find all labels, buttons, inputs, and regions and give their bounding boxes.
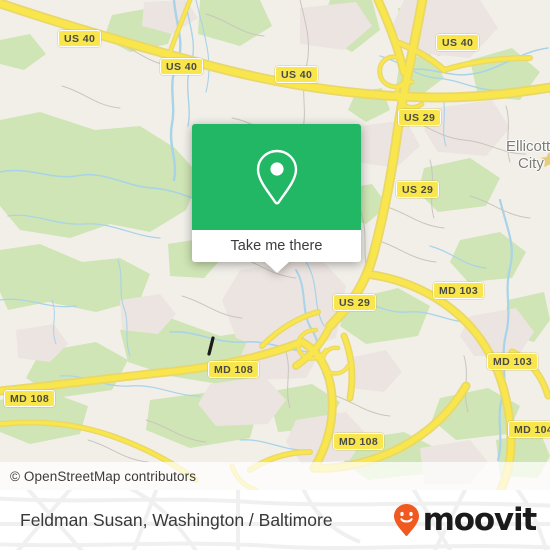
popup-pointer xyxy=(264,262,289,273)
moovit-station-map-screenshot: US 40 US 40 US 40 US 40 US 29 US 29 US 29 MD 10… xyxy=(0,0,550,550)
popup-header xyxy=(192,124,361,230)
shield-us-40-d: US 40 xyxy=(436,34,480,51)
station-title: Feldman Susan, Washington / Baltimore xyxy=(20,509,333,530)
take-me-there-popup[interactable]: Take me there xyxy=(192,124,361,273)
take-me-there-label: Take me there xyxy=(230,238,323,254)
shield-us-29-a: US 29 xyxy=(398,109,442,126)
moovit-logo[interactable]: moovit xyxy=(393,501,538,538)
shield-md-103-b: MD 103 xyxy=(487,353,539,370)
moovit-pin-smiley-icon xyxy=(393,504,419,536)
shield-us-40-b: US 40 xyxy=(160,58,204,75)
footer-content: Feldman Susan, Washington / Baltimore mo… xyxy=(0,490,550,550)
shield-md-103-a: MD 103 xyxy=(433,282,485,299)
shield-md-108-b: MD 108 xyxy=(4,390,56,407)
shield-us-40-c: US 40 xyxy=(275,66,319,83)
place-label-ellicott-city: Ellicott City xyxy=(506,138,550,172)
shield-us-29-c: US 29 xyxy=(333,294,377,311)
take-me-there-button[interactable]: Take me there xyxy=(192,230,361,262)
map-attribution: © OpenStreetMap contributors xyxy=(0,462,550,490)
moovit-wordmark: moovit xyxy=(422,501,538,538)
shield-md-104: MD 104 xyxy=(508,421,550,438)
shield-us-40-a: US 40 xyxy=(58,30,102,47)
shield-md-108-a: MD 108 xyxy=(208,361,260,378)
map-pin-icon xyxy=(256,149,297,205)
attribution-text: © OpenStreetMap contributors xyxy=(10,468,197,484)
shield-md-108-c: MD 108 xyxy=(333,433,385,450)
footer-bar: Feldman Susan, Washington / Baltimore mo… xyxy=(0,490,550,550)
shield-us-29-b: US 29 xyxy=(396,181,440,198)
